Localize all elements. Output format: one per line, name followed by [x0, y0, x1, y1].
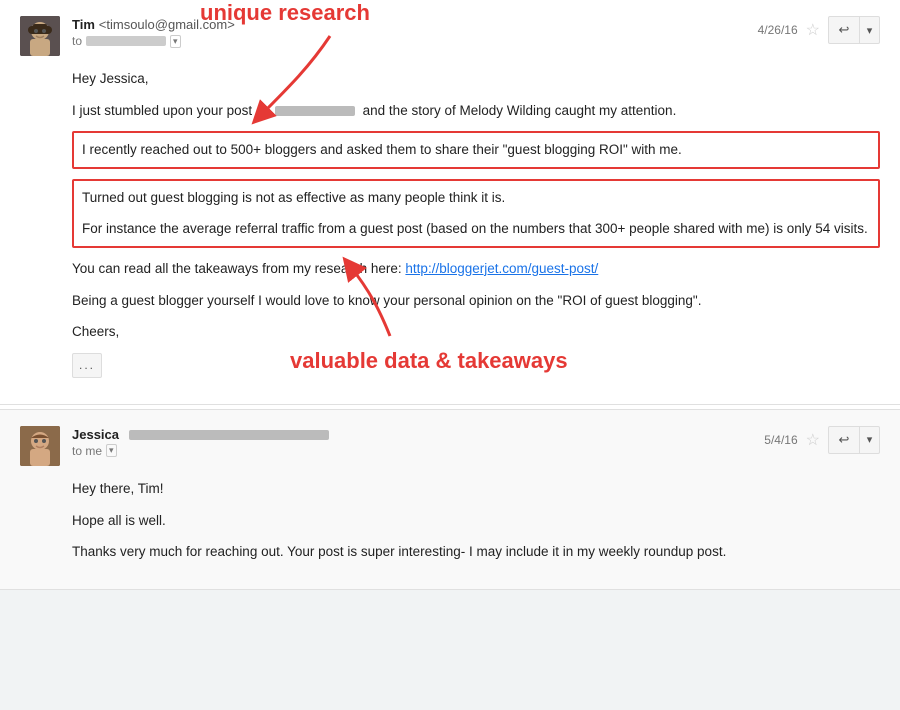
opinion-line: Being a guest blogger yourself I would l… [72, 290, 880, 312]
highlighted-box-2: Turned out guest blogging is not as effe… [72, 179, 880, 248]
reply-actions-1: ↩ ▾ [828, 16, 880, 44]
to-line-1: to ▾ [72, 34, 750, 48]
sender-name-text-2: Jessica [72, 427, 119, 442]
sender-info-2: Jessica to me ▾ [72, 426, 756, 458]
email-header-1: Tim <timsoulo@gmail.com> to ▾ 4/26/16 ☆ … [20, 16, 880, 56]
redacted-url-1 [275, 106, 355, 116]
to-dropdown-1[interactable]: ▾ [170, 35, 181, 48]
chevron-down-icon-2: ▾ [867, 433, 873, 446]
intro-end-1: and the story of Melody Wilding caught m… [363, 103, 677, 118]
more-button-1[interactable]: ... [72, 353, 102, 378]
more-actions-button-2[interactable]: ▾ [860, 426, 880, 454]
research-text-start: You can read all the takeaways from my r… [72, 261, 405, 276]
to-label-1: to [72, 34, 82, 48]
highlighted-box-1: I recently reached out to 500+ bloggers … [72, 131, 880, 169]
highlighted-text-2a: Turned out guest blogging is not as effe… [82, 187, 870, 209]
highlighted-text-1: I recently reached out to 500+ bloggers … [82, 139, 870, 161]
email-body-2: Hey there, Tim! Hope all is well. Thanks… [72, 478, 880, 563]
email-date-actions-2: 5/4/16 ☆ ↩ ▾ [764, 426, 880, 454]
sender-name-text-1: Tim [72, 17, 95, 32]
reply-actions-2: ↩ ▾ [828, 426, 880, 454]
tim-avatar-icon [20, 16, 60, 56]
email-header-2: Jessica to me ▾ 5/4/16 ☆ ↩ ▾ [20, 426, 880, 466]
email-message-2: Jessica to me ▾ 5/4/16 ☆ ↩ ▾ [0, 409, 900, 590]
redacted-email-2 [129, 430, 329, 440]
greeting-2: Hey there, Tim! [72, 478, 880, 500]
star-icon-1[interactable]: ☆ [806, 20, 820, 40]
greeting-text-1: Hey Jessica, [72, 71, 149, 86]
sender-info-1: Tim <timsoulo@gmail.com> to ▾ [72, 16, 750, 48]
intro-line-1: I just stumbled upon your post at and th… [72, 100, 880, 122]
reply-button-2[interactable]: ↩ [828, 426, 860, 454]
email-body-1: Hey Jessica, I just stumbled upon your p… [72, 68, 880, 378]
to-label-2: to me [72, 444, 102, 458]
email-date-2: 5/4/16 [764, 433, 797, 447]
research-link[interactable]: http://bloggerjet.com/guest-post/ [405, 261, 598, 276]
reply-icon-2: ↩ [839, 432, 850, 448]
to-dropdown-2[interactable]: ▾ [106, 444, 117, 457]
email-date-1: 4/26/16 [758, 23, 798, 37]
closing-1: Cheers, [72, 321, 880, 343]
sender-name-row-2: Jessica [72, 426, 756, 442]
avatar-jessica [20, 426, 60, 466]
reply-icon-1: ↩ [839, 22, 850, 38]
greeting-1: Hey Jessica, [72, 68, 880, 90]
to-redacted-1 [86, 36, 166, 46]
sender-email-text-1: <timsoulo@gmail.com> [99, 17, 235, 32]
more-btn-container: ... [72, 353, 880, 378]
thanks-line: Thanks very much for reaching out. Your … [72, 541, 880, 563]
to-line-2: to me ▾ [72, 444, 756, 458]
email-message-1: unique research valuable d [0, 0, 900, 405]
email-thread: unique research valuable d [0, 0, 900, 590]
more-actions-button-1[interactable]: ▾ [860, 16, 880, 44]
email-date-actions-1: 4/26/16 ☆ ↩ ▾ [758, 16, 880, 44]
intro-text-1: I just stumbled upon your post at [72, 103, 267, 118]
sender-name-1: Tim <timsoulo@gmail.com> [72, 16, 750, 32]
jessica-avatar-icon [20, 426, 60, 466]
highlighted-text-2b: For instance the average referral traffi… [82, 218, 870, 240]
avatar-tim [20, 16, 60, 56]
research-line: You can read all the takeaways from my r… [72, 258, 880, 280]
chevron-down-icon-1: ▾ [867, 24, 873, 37]
star-icon-2[interactable]: ☆ [806, 430, 820, 450]
hope-line: Hope all is well. [72, 510, 880, 532]
reply-button-1[interactable]: ↩ [828, 16, 860, 44]
